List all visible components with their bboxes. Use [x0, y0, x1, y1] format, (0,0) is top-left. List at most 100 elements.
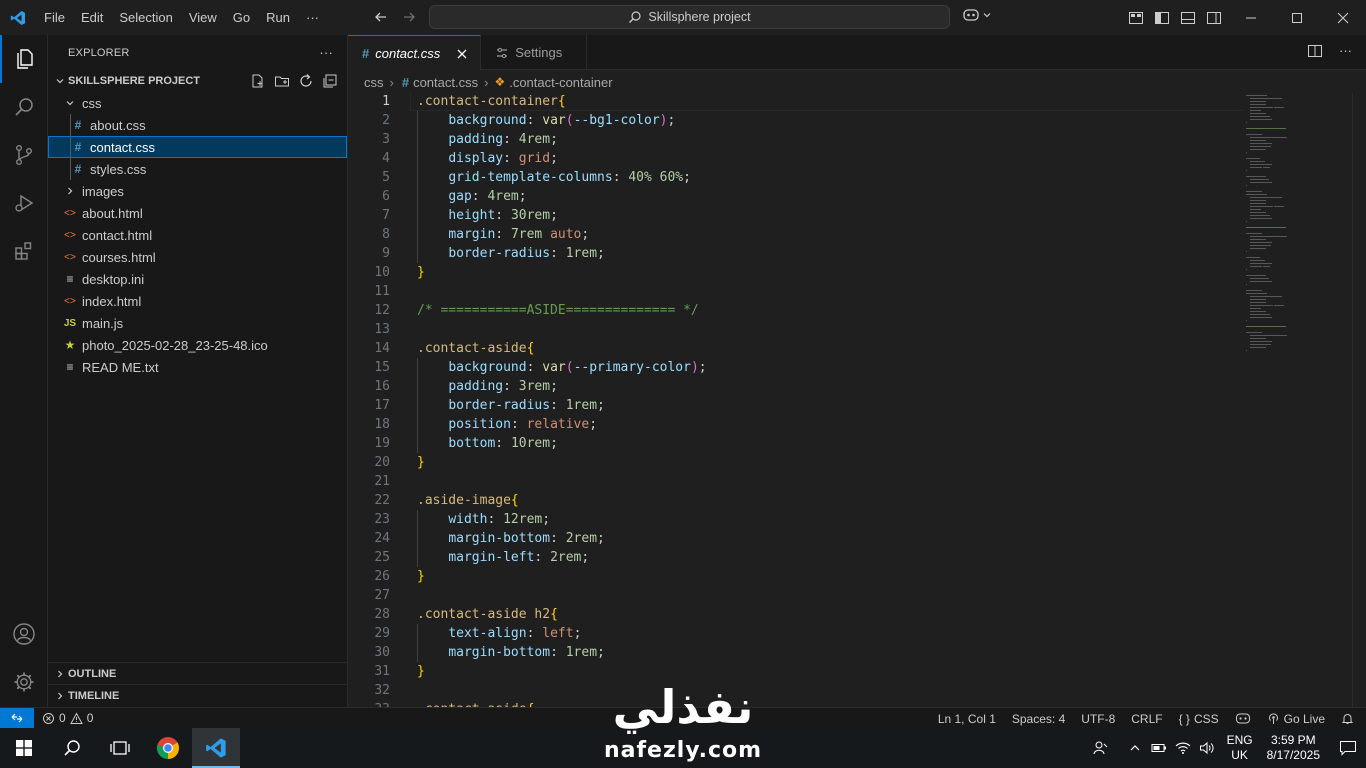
refresh-icon[interactable]	[297, 72, 315, 90]
explorer-more-button[interactable]: ···	[319, 45, 333, 60]
minimap[interactable]	[1244, 93, 1352, 707]
explorer-icon[interactable]	[0, 35, 48, 83]
tree-item-main-js[interactable]: JS main.js	[48, 312, 347, 334]
minimap-token	[1250, 248, 1257, 249]
indentation[interactable]: Spaces: 4	[1012, 712, 1065, 726]
menu-go[interactable]: Go	[225, 6, 258, 30]
language-mode[interactable]: { } CSS	[1179, 712, 1219, 726]
copilot-button[interactable]	[962, 7, 992, 23]
run-debug-icon[interactable]	[0, 179, 48, 227]
code-line: 32	[348, 681, 1352, 700]
tree-item-contact-css[interactable]: # contact.css	[48, 136, 347, 158]
people-icon[interactable]	[1089, 728, 1113, 768]
customize-layout-icon[interactable]	[1126, 8, 1145, 27]
maximize-icon[interactable]	[1274, 0, 1320, 35]
task-view-icon[interactable]	[96, 728, 144, 768]
collapse-all-icon[interactable]	[321, 72, 339, 90]
more-actions-button[interactable]: ···	[1339, 43, 1352, 62]
minimap-token	[1250, 245, 1260, 246]
close-icon[interactable]	[1320, 0, 1366, 35]
windows-start-icon[interactable]	[0, 728, 48, 768]
timeline-section[interactable]: TIMELINE	[48, 684, 347, 706]
remote-indicator-icon[interactable]	[0, 707, 34, 729]
code-text: }	[417, 664, 425, 679]
wifi-icon[interactable]	[1171, 728, 1195, 768]
tree-item-images[interactable]: images	[48, 180, 347, 202]
source-control-icon[interactable]	[0, 131, 48, 179]
input-language[interactable]: ENG UK	[1227, 733, 1253, 763]
minimap-token	[1246, 269, 1248, 270]
menu-run[interactable]: Run	[258, 6, 298, 30]
notifications-bell-icon[interactable]	[1341, 712, 1354, 725]
breadcrumb-symbol[interactable]: .contact-container	[509, 75, 612, 90]
menu-edit[interactable]: Edit	[73, 6, 111, 30]
command-center-search[interactable]: Skillsphere project	[429, 5, 950, 29]
encoding[interactable]: UTF-8	[1081, 712, 1115, 726]
menu-selection[interactable]: Selection	[111, 6, 180, 30]
minimap-token	[1250, 302, 1259, 303]
minimap-token	[1264, 140, 1266, 141]
toggle-panel-icon[interactable]	[1178, 8, 1197, 27]
tree-item-photo-2025-02-28-23-25-48-ico[interactable]: ★ photo_2025-02-28_23-25-48.ico	[48, 334, 347, 356]
taskbar-search-icon[interactable]	[48, 728, 96, 768]
chevron-up-icon[interactable]	[1123, 728, 1147, 768]
split-editor-icon[interactable]	[1307, 43, 1323, 62]
tree-item-styles-css[interactable]: # styles.css	[48, 158, 347, 180]
tree-item-about-css[interactable]: # about.css	[48, 114, 347, 136]
minimap-token	[1250, 167, 1263, 168]
tree-item-contact-html[interactable]: <> contact.html	[48, 224, 347, 246]
vertical-scrollbar[interactable]	[1352, 93, 1366, 707]
accounts-icon[interactable]	[0, 610, 48, 658]
minimap-token	[1250, 137, 1262, 138]
menu-view[interactable]: View	[181, 6, 225, 30]
breadcrumb-folder[interactable]: css	[364, 75, 384, 90]
go-live-button[interactable]: Go Live	[1267, 712, 1325, 726]
extensions-icon[interactable]	[0, 227, 48, 275]
code-editor[interactable]: 1 .contact-container{2 background: var(--…	[348, 93, 1352, 707]
toggle-primary-sidebar-icon[interactable]	[1152, 8, 1171, 27]
notification-center-icon[interactable]	[1330, 728, 1366, 768]
minimize-icon[interactable]	[1228, 0, 1274, 35]
line-number: 21	[374, 474, 390, 489]
end-of-line[interactable]: CRLF	[1131, 712, 1162, 726]
chrome-icon[interactable]	[144, 728, 192, 768]
battery-icon[interactable]	[1147, 728, 1171, 768]
outline-section[interactable]: OUTLINE	[48, 662, 347, 684]
clock[interactable]: 3:59 PM 8/17/2025	[1267, 733, 1320, 763]
copilot-status-icon[interactable]	[1235, 712, 1251, 726]
tree-item-label: images	[82, 183, 124, 199]
minimap-token	[1261, 344, 1271, 345]
tree-item-index-html[interactable]: <> index.html	[48, 290, 347, 312]
menu-more[interactable]: ···	[298, 6, 327, 30]
cursor-position[interactable]: Ln 1, Col 1	[938, 712, 996, 726]
tab-settings[interactable]: Settings	[481, 35, 588, 70]
vscode-taskbar-icon[interactable]	[192, 728, 240, 768]
problems-indicator[interactable]: 0 0	[42, 711, 93, 725]
tree-item-desktop-ini[interactable]: ≡ desktop.ini	[48, 268, 347, 290]
minimap-token	[1250, 98, 1262, 99]
close-icon[interactable]	[454, 46, 470, 62]
manage-gear-icon[interactable]	[0, 658, 48, 706]
tree-item-read-me-txt[interactable]: ≡ READ ME.txt	[48, 356, 347, 378]
minimap-token	[1265, 293, 1267, 294]
tree-item-css[interactable]: css	[48, 92, 347, 114]
project-section-header[interactable]: SKILLSPHERE PROJECT	[48, 70, 347, 92]
line-number: 13	[374, 322, 390, 337]
tab-contact-css[interactable]: # contact.css	[348, 35, 482, 71]
search-icon[interactable]	[0, 83, 48, 131]
back-arrow-icon[interactable]	[370, 6, 392, 28]
menu-file[interactable]: File	[36, 6, 73, 30]
tree-item-about-html[interactable]: <> about.html	[48, 202, 347, 224]
new-file-icon[interactable]	[249, 72, 267, 90]
tree-item-courses-html[interactable]: <> courses.html	[48, 246, 347, 268]
chevron-down-icon	[983, 13, 991, 18]
volume-icon[interactable]	[1195, 728, 1219, 768]
forward-arrow-icon[interactable]	[398, 6, 420, 28]
minimap-token	[1246, 221, 1248, 222]
new-folder-icon[interactable]	[273, 72, 291, 90]
code-text: /* ===========ASIDE============== */	[417, 303, 699, 318]
minimap-token	[1264, 347, 1266, 348]
chevron-down-icon	[62, 98, 78, 108]
toggle-secondary-sidebar-icon[interactable]	[1204, 8, 1223, 27]
breadcrumb-file[interactable]: contact.css	[413, 75, 478, 90]
